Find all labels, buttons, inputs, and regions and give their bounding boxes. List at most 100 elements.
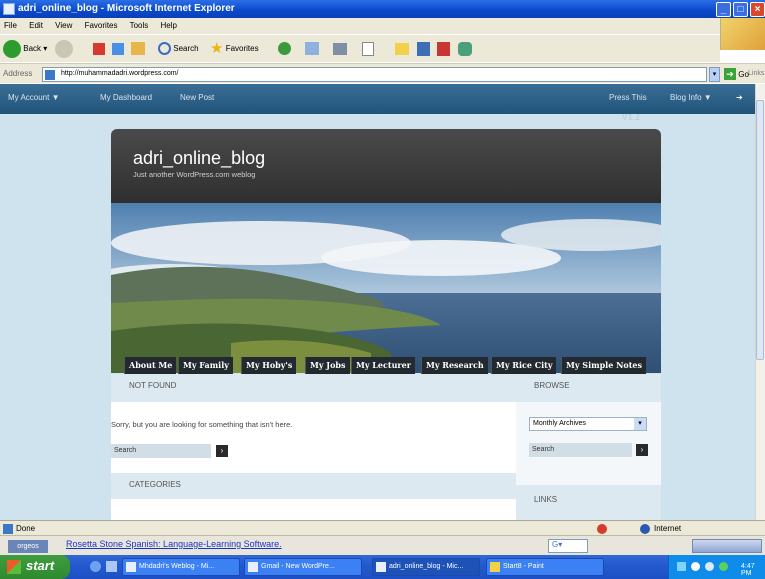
go-button[interactable]: ➔ Go xyxy=(724,68,749,80)
links-button[interactable]: Links xyxy=(748,70,764,77)
my-dashboard-link[interactable]: My Dashboard xyxy=(100,93,152,102)
star-icon: ★ xyxy=(210,40,224,57)
task-adri-online-blog[interactable]: adri_online_blog - Mic... xyxy=(372,558,480,576)
tray-messenger-icon[interactable] xyxy=(705,562,714,571)
menu-file[interactable]: File xyxy=(4,21,17,30)
blog-info-menu[interactable]: Blog Info ▼ xyxy=(670,93,712,102)
archives-select-value: Monthly Archives xyxy=(533,420,586,427)
monthly-archives-select[interactable]: Monthly Archives ▾ xyxy=(529,417,647,431)
task-mhdadri-weblog[interactable]: Mhdadri's Weblog - Mi... xyxy=(122,558,240,576)
search-label: Search xyxy=(173,44,199,53)
nav-tab-my-hobys[interactable]: My Hoby's xyxy=(241,357,297,374)
ie-page-icon xyxy=(3,3,15,15)
task-label: Mhdadri's Weblog - Mi... xyxy=(139,563,215,570)
ad-logo[interactable]: orgeos xyxy=(8,540,48,553)
forward-button[interactable] xyxy=(55,39,73,59)
nav-tab-my-research[interactable]: My Research xyxy=(421,357,488,374)
mail-icon[interactable] xyxy=(305,42,319,55)
maximize-button[interactable]: □ xyxy=(733,2,748,17)
scrollbar-thumb[interactable] xyxy=(756,100,764,360)
security-zone-label: Internet xyxy=(654,524,682,533)
search-button[interactable]: Search xyxy=(158,39,199,59)
categories-heading: CATEGORIES xyxy=(111,473,516,499)
window-title-bar[interactable]: adri_online_blog - Microsoft Internet Ex… xyxy=(0,0,765,18)
forward-arrow-icon[interactable]: ➔ xyxy=(736,93,743,102)
popup-blocker-icon[interactable] xyxy=(597,524,607,534)
messenger-people-icon[interactable] xyxy=(458,42,472,56)
task-gmail[interactable]: Gmail - New WordPre... xyxy=(244,558,362,576)
page-icon xyxy=(45,70,55,80)
ie-window-icon xyxy=(248,562,258,572)
messenger-icon[interactable] xyxy=(417,42,430,56)
ie-window-icon xyxy=(126,562,136,572)
search-submit-button[interactable]: › xyxy=(216,445,228,457)
edit-icon[interactable] xyxy=(362,42,374,56)
nav-tab-about-me[interactable]: About Me xyxy=(124,357,177,374)
history-icon[interactable] xyxy=(278,42,291,55)
refresh-icon[interactable] xyxy=(112,43,124,55)
favorites-button[interactable]: ★ Favorites xyxy=(210,39,259,59)
stop-icon[interactable] xyxy=(93,43,105,55)
start-button[interactable]: start xyxy=(0,555,70,579)
research-icon[interactable] xyxy=(437,42,450,56)
menu-bar: File Edit View Favorites Tools Help xyxy=(0,18,720,34)
task-label: adri_online_blog - Mic... xyxy=(389,563,464,570)
windows-flag-icon xyxy=(7,560,21,574)
version-label: V1.2 xyxy=(622,113,641,122)
blog-title[interactable]: adri_online_blog xyxy=(133,148,265,169)
nav-tab-my-jobs[interactable]: My Jobs xyxy=(305,357,350,374)
sidebar: BROWSE Monthly Archives ▾ Search › LINKS xyxy=(516,374,661,520)
clock[interactable]: 4:47 PM xyxy=(741,563,765,577)
tray-status-icon[interactable] xyxy=(719,562,728,571)
folder-icon[interactable] xyxy=(395,43,409,55)
search-icon xyxy=(158,42,171,56)
quicklaunch-desktop-icon[interactable] xyxy=(90,561,101,572)
sidebar-search-input[interactable]: Search xyxy=(529,443,632,457)
status-text: Done xyxy=(16,524,36,533)
back-arrow-icon xyxy=(3,39,21,58)
windows-logo-icon xyxy=(720,18,765,50)
not-found-message: Sorry, but you are looking for something… xyxy=(111,420,293,429)
tray-volume-icon[interactable] xyxy=(691,562,700,571)
new-post-link[interactable]: New Post xyxy=(180,93,214,102)
standard-toolbar: Back ▾ Search ★ Favorites xyxy=(0,34,720,62)
favorites-label: Favorites xyxy=(225,44,259,54)
ad-link[interactable]: Rosetta Stone Spanish: Language-Learning… xyxy=(66,539,282,549)
address-url: http://muhammadadri.wordpress.com/ xyxy=(61,70,179,77)
links-heading: LINKS xyxy=(516,485,661,520)
nav-tab-my-simple-notes[interactable]: My Simple Notes xyxy=(561,357,647,374)
chevron-down-icon: ▾ xyxy=(634,418,646,430)
menu-view[interactable]: View xyxy=(55,21,72,30)
blog-tagline: Just another WordPress.com weblog xyxy=(133,170,256,179)
ad-toolbar: orgeos Rosetta Stone Spanish: Language-L… xyxy=(0,535,765,555)
address-dropdown-button[interactable]: ▾ xyxy=(709,67,720,82)
internet-zone-icon xyxy=(640,524,650,534)
nav-tab-my-lecturer[interactable]: My Lecturer xyxy=(351,357,415,374)
tray-network-icon[interactable] xyxy=(677,562,686,571)
search-input[interactable]: Search xyxy=(111,444,211,458)
back-button[interactable]: Back ▾ xyxy=(3,39,47,59)
page-done-icon xyxy=(3,524,13,534)
press-this-link[interactable]: Press This xyxy=(609,93,647,102)
google-search-box[interactable]: G▾ xyxy=(548,539,588,553)
nav-tab-my-rice-city[interactable]: My Rice City xyxy=(491,357,557,374)
nav-tab-my-family[interactable]: My Family xyxy=(178,357,233,374)
task-label: Start8 - Paint xyxy=(503,563,544,570)
close-button[interactable]: × xyxy=(750,2,765,17)
quicklaunch-ie-icon[interactable] xyxy=(106,561,117,572)
browse-heading: BROWSE xyxy=(516,374,661,402)
menu-help[interactable]: Help xyxy=(161,21,177,30)
menu-edit[interactable]: Edit xyxy=(29,21,43,30)
my-account-menu[interactable]: My Account ▼ xyxy=(8,93,60,102)
home-icon[interactable] xyxy=(131,42,145,55)
minimize-button[interactable]: _ xyxy=(716,2,731,17)
sidebar-search-submit-button[interactable]: › xyxy=(636,444,648,456)
print-icon[interactable] xyxy=(333,43,347,55)
main-content: NOT FOUND Sorry, but you are looking for… xyxy=(111,374,516,520)
system-tray: 4:47 PM xyxy=(668,555,765,579)
menu-favorites[interactable]: Favorites xyxy=(85,21,118,30)
ad-controls[interactable] xyxy=(692,539,762,553)
address-input[interactable]: http://muhammadadri.wordpress.com/ xyxy=(42,67,707,82)
task-paint[interactable]: Start8 - Paint xyxy=(486,558,604,576)
menu-tools[interactable]: Tools xyxy=(130,21,149,30)
